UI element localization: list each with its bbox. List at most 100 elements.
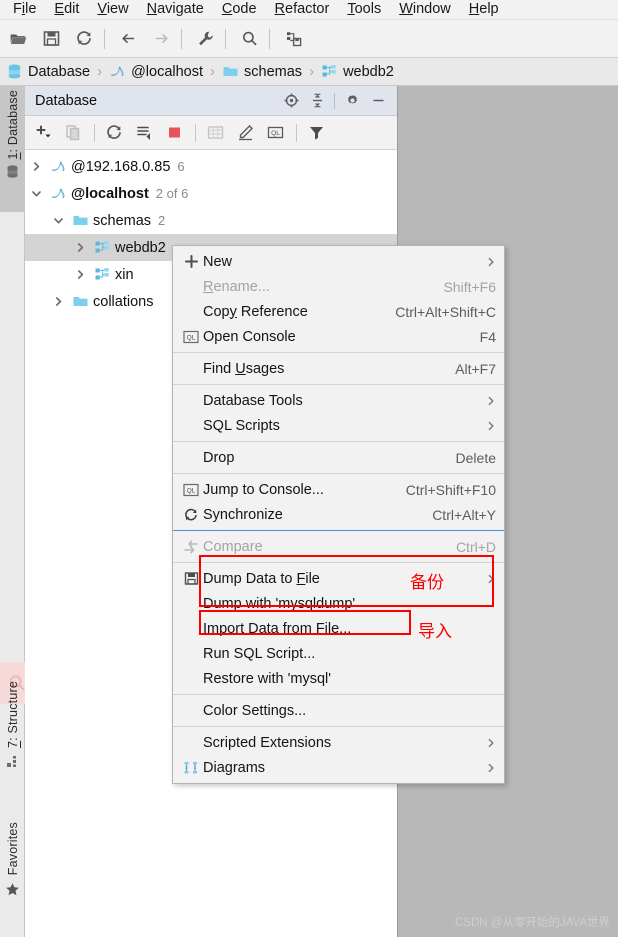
console-ql-icon: QL	[179, 330, 203, 344]
menu-item-label: Database Tools	[203, 392, 303, 409]
menu-item-drop[interactable]: Drop Delete	[173, 445, 504, 470]
edit-pencil-icon[interactable]	[231, 119, 259, 147]
menu-window[interactable]: Window	[390, 0, 460, 19]
menu-edit[interactable]: Edit	[45, 0, 88, 19]
toolbar-separator	[181, 28, 182, 49]
submenu-chevron-icon	[486, 574, 496, 584]
tree-node-localhost[interactable]: @localhost 2 of 6	[25, 180, 397, 207]
menu-item-label: Run SQL Script...	[203, 645, 316, 662]
back-arrow-icon[interactable]	[113, 24, 143, 54]
chevron-right-icon[interactable]	[31, 161, 47, 172]
menu-item-rename: Rename... Shift+F6	[173, 274, 504, 299]
wrench-settings-icon[interactable]	[190, 24, 220, 54]
database-save-icon[interactable]	[278, 24, 308, 54]
breadcrumb-separator: ›	[309, 63, 315, 80]
add-data-source-icon[interactable]	[29, 119, 57, 147]
open-folder-icon[interactable]	[3, 24, 33, 54]
database-panel-title: Database	[35, 92, 98, 109]
toolbar-separator	[104, 28, 105, 49]
breadcrumb-item-localhost[interactable]: @localhost	[109, 63, 203, 80]
refresh-icon[interactable]	[100, 119, 128, 147]
star-icon	[5, 882, 20, 897]
submenu-chevron-icon	[486, 257, 496, 267]
toolbar-separator	[225, 28, 226, 49]
rail-structure-button[interactable]: 7: Structure	[0, 659, 25, 769]
menu-item-dump-with-mysqldump[interactable]: Dump with 'mysqldump'	[173, 591, 504, 616]
schema-icon	[91, 239, 113, 256]
tree-node-192168085[interactable]: @192.168.0.85 6	[25, 153, 397, 180]
minimize-icon[interactable]	[365, 88, 391, 114]
forward-arrow-icon	[146, 24, 176, 54]
locate-crosshair-icon[interactable]	[278, 88, 304, 114]
menu-item-open-console[interactable]: QL Open Console F4	[173, 324, 504, 349]
menu-item-dump-data-to-file[interactable]: Dump Data to File	[173, 566, 504, 591]
chevron-right-icon[interactable]	[75, 269, 91, 280]
svg-text:QL: QL	[187, 487, 196, 494]
menu-item-synchronize[interactable]: Synchronize Ctrl+Alt+Y	[173, 502, 504, 527]
search-icon[interactable]	[234, 24, 264, 54]
menu-item-label: Synchronize	[203, 506, 283, 523]
breadcrumb-label: schemas	[244, 63, 303, 80]
menu-item-run-sql-script[interactable]: Run SQL Script...	[173, 641, 504, 666]
menu-file[interactable]: File	[4, 0, 45, 19]
menu-item-new[interactable]: New	[173, 249, 504, 274]
filter-icon[interactable]	[302, 119, 330, 147]
chevron-down-icon[interactable]	[31, 188, 47, 199]
submenu-chevron-icon	[486, 763, 496, 773]
rail-favorites-button[interactable]: Favorites	[0, 787, 25, 897]
menu-item-label: New	[203, 253, 233, 270]
breadcrumb-item-database[interactable]: Database	[6, 63, 90, 80]
stop-icon[interactable]	[160, 119, 188, 147]
menu-view[interactable]: View	[88, 0, 137, 19]
menu-item-shortcut: Ctrl+Alt+Y	[432, 506, 496, 523]
menu-item-import-data-from-file[interactable]: Import Data from File...	[173, 616, 504, 641]
console-ql-icon: QL	[179, 483, 203, 497]
menu-help[interactable]: Help	[460, 0, 508, 19]
menu-item-label: Dump with 'mysqldump'	[203, 595, 356, 612]
main-menu-bar: File Edit View Navigate Code Refactor Tools Win…	[0, 0, 618, 20]
table-editor-icon	[201, 119, 229, 147]
refresh-icon[interactable]	[69, 24, 99, 54]
chevron-right-icon[interactable]	[75, 242, 91, 253]
database-icon	[5, 164, 20, 179]
menu-item-restore-with-mysql[interactable]: Restore with 'mysql'	[173, 666, 504, 691]
menu-item-find-usages[interactable]: Find Usages Alt+F7	[173, 356, 504, 381]
chevron-right-icon[interactable]	[53, 296, 69, 307]
sync-schema-icon[interactable]	[130, 119, 158, 147]
menu-refactor[interactable]: Refactor	[266, 0, 339, 19]
tree-node-label: webdb2	[115, 239, 166, 256]
settings-gear-icon[interactable]	[339, 88, 365, 114]
rail-database-button[interactable]: 1: Database	[0, 86, 25, 212]
tree-node-label: schemas	[93, 212, 152, 229]
sync-icon	[179, 507, 203, 523]
menu-item-database-tools[interactable]: Database Tools	[173, 388, 504, 413]
breadcrumb-label: Database	[28, 63, 91, 80]
tree-node-label: @192.168.0.85	[71, 158, 171, 175]
open-console-icon[interactable]: QL	[261, 119, 289, 147]
menu-item-sql-scripts[interactable]: SQL Scripts	[173, 413, 504, 438]
breadcrumb-item-schemas[interactable]: schemas	[222, 63, 302, 80]
menu-item-diagrams[interactable]: Diagrams	[173, 755, 504, 780]
tree-node-count: 6	[177, 159, 185, 174]
menu-item-color-settings[interactable]: Color Settings...	[173, 698, 504, 723]
menu-code[interactable]: Code	[213, 0, 266, 19]
mysql-dolphin-icon	[109, 63, 126, 80]
chevron-down-icon[interactable]	[53, 215, 69, 226]
left-tool-rail: 1: Database 7: Structure Favorites	[0, 86, 33, 937]
tree-node-schemas[interactable]: schemas 2	[25, 207, 397, 234]
watermark-text: CSDN @从零开始的JAVA世界	[454, 917, 610, 929]
tree-node-label: collations	[93, 293, 154, 310]
menu-navigate[interactable]: Navigate	[138, 0, 213, 19]
header-separator	[334, 92, 335, 109]
menu-item-shortcut: Shift+F6	[443, 278, 496, 295]
menu-item-copy-reference[interactable]: Copy Reference Ctrl+Alt+Shift+C	[173, 299, 504, 324]
menu-item-label: SQL Scripts	[203, 417, 280, 434]
menu-separator	[173, 441, 504, 442]
mysql-dolphin-icon	[47, 185, 69, 202]
menu-item-scripted-extensions[interactable]: Scripted Extensions	[173, 730, 504, 755]
menu-tools[interactable]: Tools	[338, 0, 390, 19]
collapse-all-icon[interactable]	[304, 88, 330, 114]
breadcrumb-item-webdb2[interactable]: webdb2	[321, 63, 394, 80]
save-all-icon[interactable]	[36, 24, 66, 54]
menu-item-jump-to-console[interactable]: QL Jump to Console... Ctrl+Shift+F10	[173, 477, 504, 502]
